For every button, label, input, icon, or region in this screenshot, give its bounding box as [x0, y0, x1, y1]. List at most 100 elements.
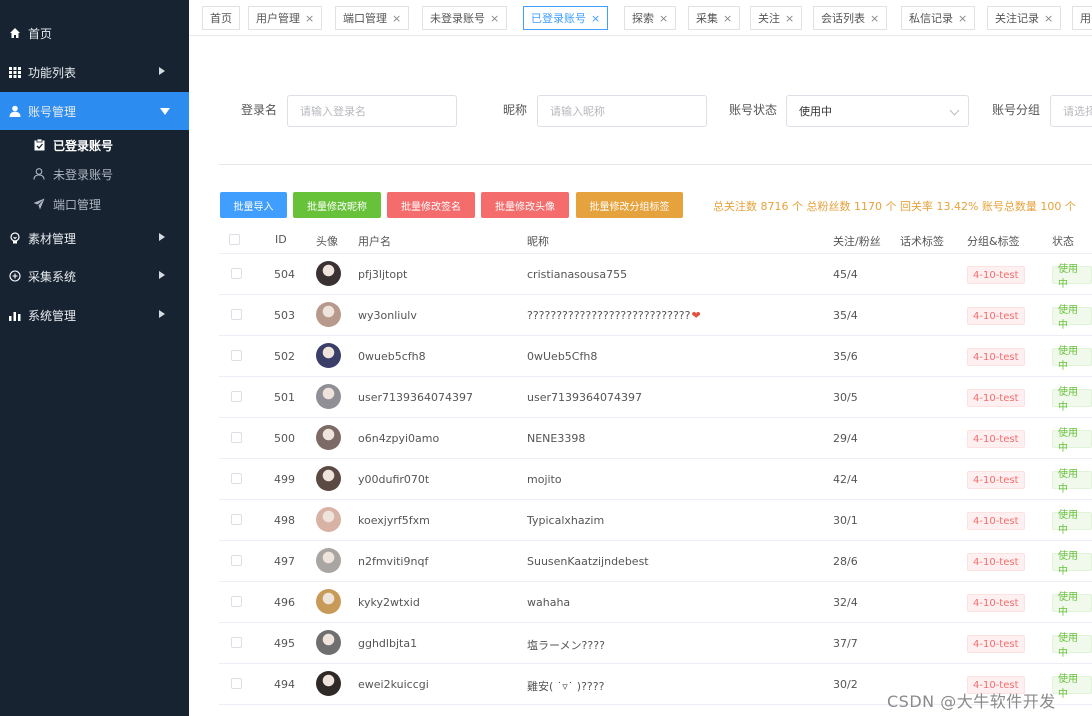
tab-follow-records[interactable]: 关注记录 ×: [987, 6, 1062, 30]
tab-label: 首页: [210, 12, 232, 25]
close-icon[interactable]: ×: [1044, 12, 1053, 25]
sidebar-item-label: 首页: [28, 26, 53, 41]
tab-collect[interactable]: 采集 ×: [688, 6, 741, 30]
close-icon[interactable]: ×: [723, 12, 732, 25]
row-checkbox[interactable]: [231, 309, 242, 320]
tab-explore[interactable]: 探索 ×: [624, 6, 677, 30]
table-row[interactable]: 498 koexjyrf5fxm Typicalxhazim 30/1 4-10-tes…: [219, 500, 1092, 541]
batch-edit-avatar-button[interactable]: 批量修改头像: [481, 192, 569, 218]
cell-follow: 28/6: [833, 555, 858, 568]
close-icon[interactable]: ×: [785, 12, 794, 25]
login-name-input[interactable]: 请输入登录名: [287, 95, 457, 127]
row-checkbox[interactable]: [231, 637, 242, 648]
table-row[interactable]: 497 n2fmviti9nqf SuusenKaatzijndebest 28/6 4…: [219, 541, 1092, 582]
cell-id: 501: [274, 391, 295, 404]
cell-username: wy3onliulv: [358, 309, 417, 322]
cell-id: 495: [274, 637, 295, 650]
tab-home[interactable]: 首页: [202, 6, 240, 30]
avatar: [316, 425, 341, 450]
nickname-text: ????????????????????????????: [527, 309, 691, 322]
clipboard-icon: [32, 138, 46, 152]
tab-overflow[interactable]: 用: [1072, 6, 1092, 30]
table-row[interactable]: 504 pfj3ljtopt cristianasousa755 45/4 4-10-t…: [219, 254, 1092, 295]
sidebar-item-collection[interactable]: 采集系统: [0, 257, 189, 295]
tab-port-management[interactable]: 端口管理 ×: [335, 6, 410, 30]
cell-id: 497: [274, 555, 295, 568]
close-icon[interactable]: ×: [305, 12, 314, 25]
nickname-text: 塩ラーメン????: [527, 639, 605, 652]
account-group-label: 账号分组: [992, 103, 1041, 117]
caret-right-icon: [159, 67, 165, 75]
cell-nickname: ????????????????????????????❤: [527, 309, 701, 322]
cell-follow: 45/4: [833, 268, 858, 281]
cell-username: koexjyrf5fxm: [358, 514, 430, 527]
table-row[interactable]: 495 gghdlbjta1 塩ラーメン???? 37/7 4-10-test 使用中: [219, 623, 1092, 664]
table-row[interactable]: 502 0wueb5cfh8 0wUeb5Cfh8 35/6 4-10-test 使用中: [219, 336, 1092, 377]
avatar: [316, 302, 341, 327]
row-checkbox[interactable]: [231, 473, 242, 484]
row-checkbox[interactable]: [231, 391, 242, 402]
sidebar-item-label: 账号管理: [28, 104, 77, 119]
heart-icon: ❤: [691, 309, 701, 322]
batch-edit-group-button[interactable]: 批量修改分组标签: [576, 192, 683, 218]
sidebar-item-system[interactable]: 系统管理: [0, 296, 189, 334]
nickname-input[interactable]: 请输入昵称: [537, 95, 707, 127]
status-badge: 使用中: [1052, 387, 1092, 413]
tab-follow[interactable]: 关注 ×: [750, 6, 803, 30]
cell-username: o6n4zpyi0amo: [358, 432, 440, 445]
tab-label: 端口管理: [343, 12, 387, 25]
account-status-select[interactable]: 使用中: [786, 95, 969, 127]
tab-not-logged-in[interactable]: 未登录账号 ×: [422, 6, 508, 30]
sidebar-item-home[interactable]: 首页: [0, 14, 189, 52]
row-checkbox[interactable]: [231, 350, 242, 361]
tab-logged-in[interactable]: 已登录账号 ×: [523, 6, 609, 30]
avatar: [316, 671, 341, 696]
row-checkbox[interactable]: [231, 678, 242, 689]
close-icon[interactable]: ×: [392, 12, 401, 25]
nickname-text: wahaha: [527, 596, 571, 609]
tab-sessions[interactable]: 会话列表 ×: [813, 6, 888, 30]
tab-messages[interactable]: 私信记录 ×: [901, 6, 976, 30]
sidebar: 首页 功能列表 账号管理 已登录账号 未登录账号 端口管理 素材管理 采集系统 …: [0, 0, 189, 716]
nickname-text: Typicalxhazim: [527, 514, 605, 527]
sidebar-subitem-not-logged-in[interactable]: 未登录账号: [0, 159, 189, 189]
user-icon: [8, 104, 22, 118]
sidebar-subitem-ports[interactable]: 端口管理: [0, 189, 189, 219]
table-row[interactable]: 496 kyky2wtxid wahaha 32/4 4-10-test 使用中: [219, 582, 1092, 623]
avatar: [316, 589, 341, 614]
row-checkbox[interactable]: [231, 268, 242, 279]
account-group-select[interactable]: 请选择: [1050, 95, 1092, 127]
tab-label: 采集: [696, 12, 718, 25]
batch-edit-nickname-button[interactable]: 批量修改昵称: [293, 192, 381, 218]
sidebar-item-account[interactable]: 账号管理: [0, 92, 189, 130]
sidebar-item-label: 素材管理: [28, 231, 77, 246]
close-icon[interactable]: ×: [958, 12, 967, 25]
close-icon[interactable]: ×: [591, 12, 600, 25]
batch-edit-signature-button[interactable]: 批量修改签名: [387, 192, 475, 218]
table-row[interactable]: 499 y00dufir070t mojito 42/4 4-10-test 使用中: [219, 459, 1092, 500]
table-row[interactable]: 503 wy3onliulv???????????????????????????…: [219, 295, 1092, 336]
row-checkbox[interactable]: [231, 555, 242, 566]
sidebar-item-materials[interactable]: 素材管理: [0, 219, 189, 257]
stats-summary: 总关注数 8716 个 总粉丝数 1170 个 回关率 13.42% 账号总数量…: [713, 200, 1076, 213]
tab-user-management[interactable]: 用户管理 ×: [248, 6, 323, 30]
cell-nickname: 雞安( ˙▿˙ )????: [527, 678, 604, 694]
cell-follow: 42/4: [833, 473, 858, 486]
close-icon[interactable]: ×: [659, 12, 668, 25]
row-checkbox[interactable]: [231, 514, 242, 525]
nickname-text: user7139364074397: [527, 391, 642, 404]
sidebar-subitem-logged-in[interactable]: 已登录账号: [0, 130, 189, 160]
table-row[interactable]: 500 o6n4zpyi0amo NENE3398 29/4 4-10-test 使用中: [219, 418, 1092, 459]
close-icon[interactable]: ×: [490, 12, 499, 25]
sidebar-item-features[interactable]: 功能列表: [0, 53, 189, 91]
cell-follow: 35/4: [833, 309, 858, 322]
close-icon[interactable]: ×: [870, 12, 879, 25]
row-checkbox[interactable]: [231, 432, 242, 443]
select-all-checkbox[interactable]: [229, 234, 240, 245]
row-checkbox[interactable]: [231, 596, 242, 607]
batch-import-button[interactable]: 批量导入: [220, 192, 287, 218]
cell-id: 502: [274, 350, 295, 363]
divider: [219, 164, 1092, 165]
cell-username: user7139364074397: [358, 391, 473, 404]
table-row[interactable]: 501 user7139364074397 user7139364074397 30/…: [219, 377, 1092, 418]
